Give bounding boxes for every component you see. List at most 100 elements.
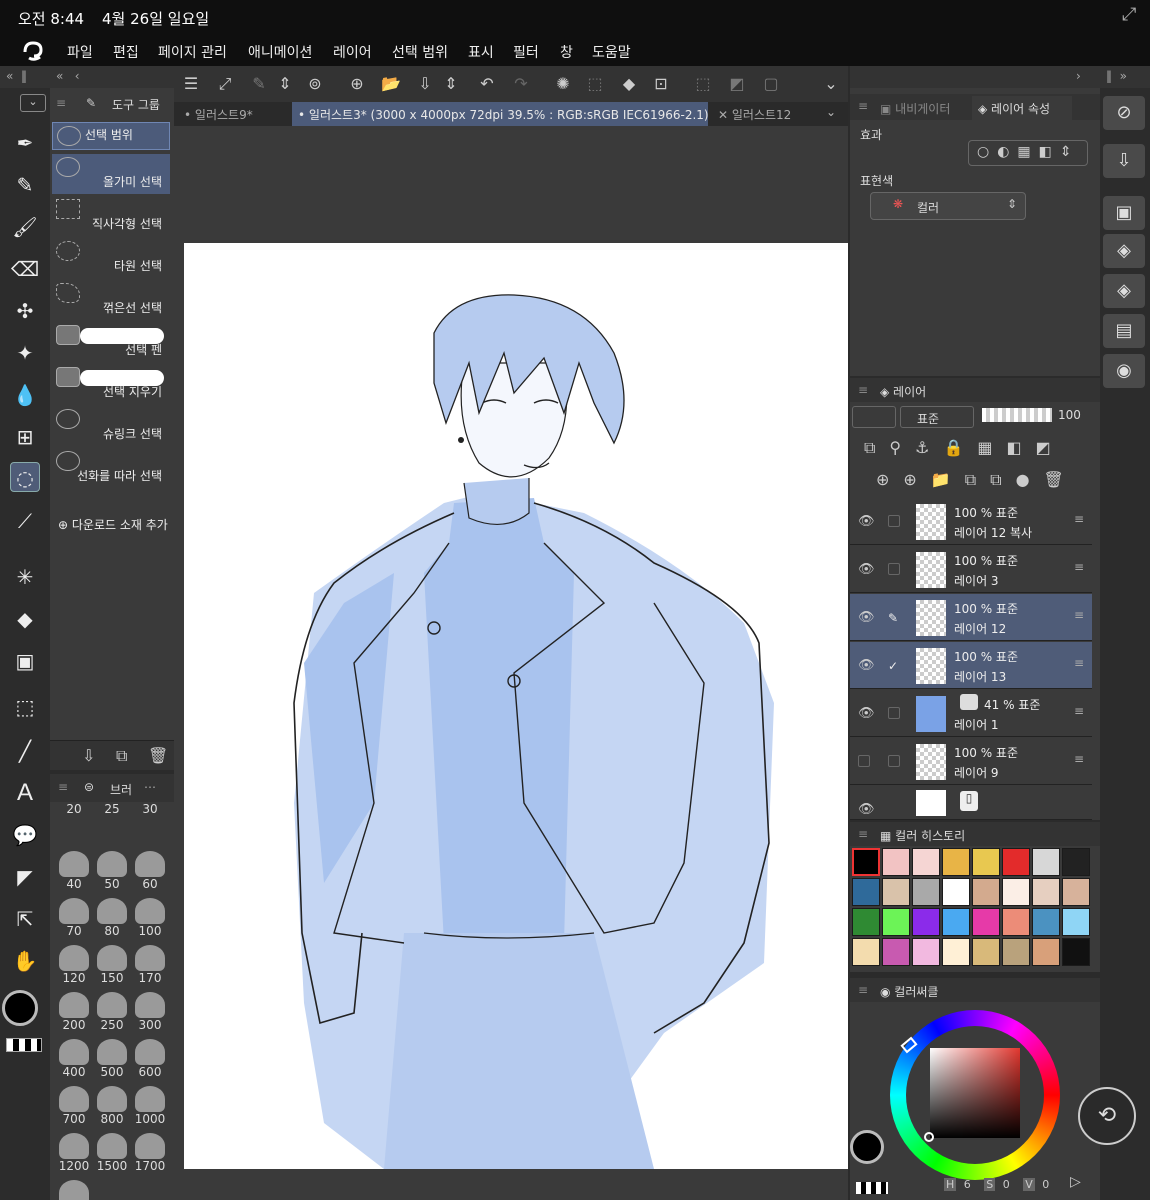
brush-size-cell[interactable]: 800 <box>92 1084 132 1128</box>
deselect-icon[interactable]: ⬚ <box>692 73 714 95</box>
line-icon[interactable]: ╱ <box>10 736 40 766</box>
brush-size-cell[interactable]: 60 <box>130 849 166 893</box>
drag-handle-icon[interactable]: ≡ <box>1074 752 1084 766</box>
drag-handle-icon[interactable]: ≡ <box>1074 704 1084 718</box>
color-swatch[interactable] <box>942 848 970 876</box>
brush-size-cell[interactable]: 100 <box>130 896 166 940</box>
checkmark-icon[interactable]: ✓ <box>888 659 900 673</box>
color-swatch[interactable] <box>852 938 880 966</box>
eye-icon[interactable]: 👁 <box>858 562 875 577</box>
layer-row[interactable]: 👁 100 % 표준 레이어 3 ≡ <box>850 546 1092 593</box>
layer-lock-icons[interactable]: ⧉⚲⚓🔒▦◧◩ <box>864 438 1094 458</box>
eye-icon[interactable]: 👁 <box>858 802 875 817</box>
color-swatch[interactable] <box>1002 848 1030 876</box>
color-swatch[interactable] <box>912 938 940 966</box>
brush-size-cell[interactable]: 80 <box>92 896 132 940</box>
tool-group-selected[interactable]: 선택 범위 <box>52 122 170 150</box>
fill-icon[interactable]: ◆ <box>618 73 640 95</box>
brush-size-cell[interactable]: 1500 <box>92 1131 132 1175</box>
tab-illust12[interactable]: ✕ 일러스트12 <box>712 102 822 126</box>
color-swatch[interactable] <box>1032 938 1060 966</box>
menu-selection[interactable]: 선택 범위 <box>392 42 448 62</box>
search-icon[interactable]: ⊘ <box>1103 96 1145 130</box>
transparent-color[interactable] <box>856 1182 888 1194</box>
drag-handle-icon[interactable]: ≡ <box>1074 560 1084 574</box>
menu-icon[interactable]: ☰ <box>180 73 202 95</box>
color-swatch[interactable] <box>852 848 880 876</box>
mesh-icon[interactable]: ⊞ <box>10 422 40 452</box>
color-swatch[interactable] <box>1002 938 1030 966</box>
layer-row[interactable]: 👁 ✓ 100 % 표준 레이어 13 ≡ <box>850 642 1092 689</box>
color-swatch[interactable] <box>882 938 910 966</box>
brush-size-cell[interactable]: 20 <box>54 802 94 846</box>
deco-icon[interactable]: ✣ <box>10 296 40 326</box>
hand-icon[interactable]: ✋ <box>10 946 40 976</box>
opacity-slider[interactable] <box>982 408 1052 422</box>
brush-size-cell[interactable]: 200 <box>54 990 94 1034</box>
color-swatch[interactable] <box>882 848 910 876</box>
color-swatch[interactable] <box>942 938 970 966</box>
text-icon[interactable]: A <box>10 778 40 808</box>
brush-size-cell[interactable]: 70 <box>54 896 94 940</box>
panel-collapse[interactable]: › <box>850 66 1100 88</box>
resize-icon[interactable]: ⤢ <box>1122 4 1136 25</box>
brush-size-cell[interactable]: 400 <box>54 1037 94 1081</box>
collapse-icon[interactable]: « ‖ <box>0 66 50 88</box>
undo-icon[interactable]: ↶ <box>476 73 498 95</box>
gradient-icon[interactable]: ▣ <box>10 646 40 676</box>
brush-size-cell[interactable]: 1000 <box>130 1084 166 1128</box>
color-swatch[interactable] <box>1002 878 1030 906</box>
blend-icon[interactable]: 💧 <box>10 380 40 410</box>
brush-size-cell[interactable]: 1700 <box>130 1131 166 1175</box>
operation-icon[interactable]: ⬚ <box>10 692 40 722</box>
color-swatch[interactable] <box>852 908 880 936</box>
balloon-icon[interactable]: 💬 <box>10 820 40 850</box>
eye-icon[interactable]: 👁 <box>858 610 875 625</box>
save-icon[interactable]: ⇩ <box>414 73 436 95</box>
sub-tool-ellipse[interactable]: 타원 선택 <box>52 238 170 278</box>
border-icon[interactable]: ▢ <box>760 73 782 95</box>
download-icon[interactable]: ⇩ <box>1103 144 1145 178</box>
select-all-icon[interactable]: ⬚ <box>584 73 606 95</box>
tab-color-circle[interactable]: ◉ 컬러써클 <box>880 983 938 1000</box>
color-swatch[interactable] <box>1002 908 1030 936</box>
auto-select-icon[interactable]: ✳ <box>10 562 40 592</box>
color-swatch[interactable] <box>972 938 1000 966</box>
record-icon[interactable]: ◉ <box>1103 354 1145 388</box>
pencil-icon[interactable]: ✎ <box>10 170 40 200</box>
brush-size-cell[interactable]: 1200 <box>54 1131 94 1175</box>
brush-size-cell[interactable]: 30 <box>130 802 166 846</box>
sync-icon[interactable]: ⟲ <box>1078 1087 1136 1145</box>
layer-check[interactable] <box>888 515 900 527</box>
fit-icon[interactable]: ⤢ <box>214 73 236 95</box>
eye-icon[interactable]: 👁 <box>858 514 875 529</box>
menu-window[interactable]: 창 <box>560 42 573 62</box>
fill-icon[interactable]: ◆ <box>10 604 40 634</box>
layer-check[interactable] <box>858 755 870 767</box>
color-swatch[interactable] <box>912 848 940 876</box>
color-swatch[interactable] <box>852 878 880 906</box>
settings-icon[interactable]: ⊚ <box>304 73 326 95</box>
drawing-canvas[interactable] <box>184 243 848 1169</box>
brush-size-cell[interactable]: 600 <box>130 1037 166 1081</box>
color-swatch[interactable] <box>942 878 970 906</box>
brush-icon[interactable]: 🖌 <box>10 212 40 242</box>
menu-page[interactable]: 페이지 관리 <box>158 42 227 62</box>
lasso-icon[interactable]: ◌ <box>10 462 40 492</box>
color-swatch[interactable] <box>1062 848 1090 876</box>
invert-icon[interactable]: ◩ <box>726 73 748 95</box>
sub-tool-polyline[interactable]: 꺾은선 선택 <box>52 280 170 320</box>
tab-illust9[interactable]: • 일러스트9* <box>174 102 290 126</box>
brush-size-cell[interactable]: 250 <box>92 990 132 1034</box>
transparent-color[interactable] <box>6 1038 42 1052</box>
sub-tool-shrink[interactable]: 슈링크 선택 <box>52 406 170 446</box>
layer-check[interactable] <box>888 563 900 575</box>
menu-layer[interactable]: 레이어 <box>333 42 372 62</box>
brush-size-cell[interactable]: 40 <box>54 849 94 893</box>
eye-icon[interactable]: 👁 <box>858 706 875 721</box>
menu-view[interactable]: 표시 <box>468 42 494 62</box>
layer-row[interactable]: 👁 100 % 표준 레이어 12 복사 ≡ <box>850 498 1092 545</box>
tab-navigator[interactable]: ▣ 내비게이터 <box>880 100 950 117</box>
brush-size-cell[interactable]: 150 <box>92 943 132 987</box>
color-swatch[interactable] <box>1032 878 1060 906</box>
